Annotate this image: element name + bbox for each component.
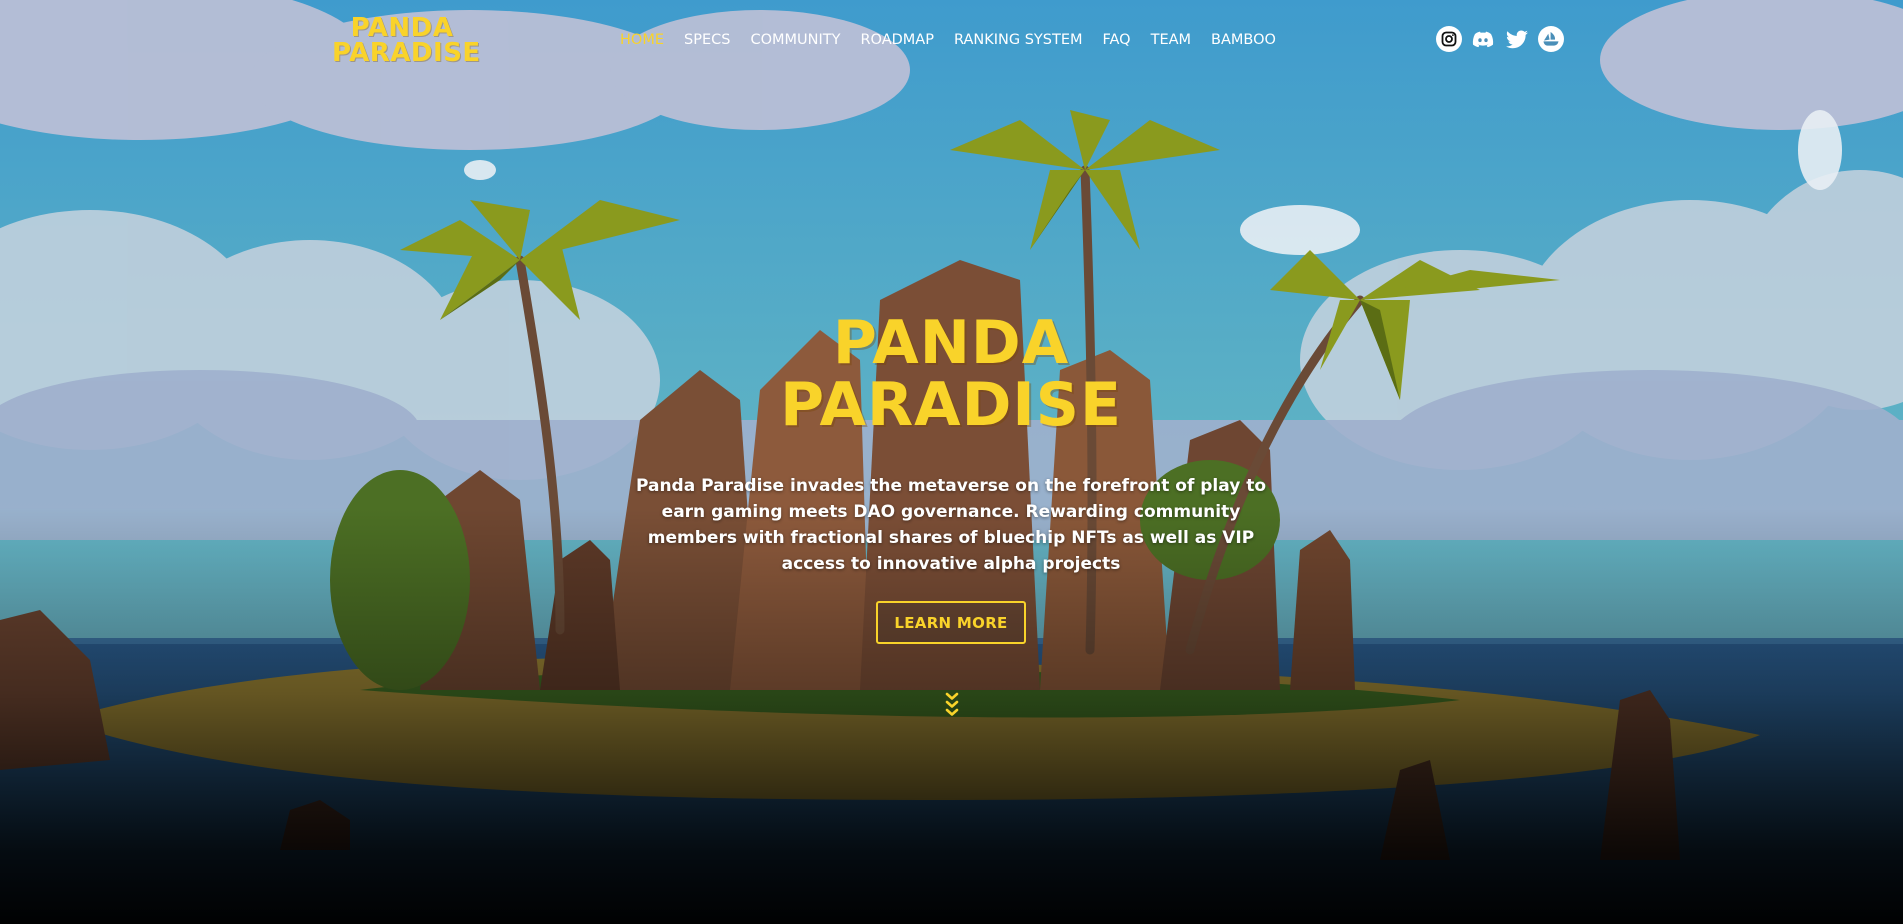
hero-title-line-1: PANDA <box>832 308 1070 378</box>
main-nav: HOME SPECS COMMUNITY ROADMAP RANKING SYS… <box>610 29 1286 51</box>
nav-item-roadmap[interactable]: ROADMAP <box>850 29 944 51</box>
hero-description: Panda Paradise invades the metaverse on … <box>635 476 1267 574</box>
chevrons-down-icon[interactable] <box>942 690 962 722</box>
hero-title: PANDA PARADISE <box>651 312 1251 436</box>
hero-background-illustration <box>0 0 1903 924</box>
site-logo[interactable]: PANDA PARADISE <box>332 15 481 68</box>
discord-icon[interactable] <box>1470 26 1496 52</box>
nav-item-faq[interactable]: FAQ <box>1093 29 1141 51</box>
instagram-icon[interactable] <box>1436 26 1462 52</box>
nav-item-home[interactable]: HOME <box>610 29 674 51</box>
site-header: PANDA PARADISE HOME SPECS COMMUNITY ROAD… <box>0 0 1903 80</box>
nav-item-ranking-system[interactable]: RANKING SYSTEM <box>944 29 1093 51</box>
nav-item-specs[interactable]: SPECS <box>674 29 740 51</box>
learn-more-button[interactable]: LEARN MORE <box>876 601 1026 644</box>
nav-item-community[interactable]: COMMUNITY <box>740 29 850 51</box>
hero-title-line-2: PARADISE <box>780 370 1122 440</box>
social-links <box>1436 26 1564 52</box>
nav-item-bamboo[interactable]: BAMBOO <box>1201 29 1286 51</box>
logo-line-2: PARADISE <box>332 38 481 68</box>
twitter-icon[interactable] <box>1504 26 1530 52</box>
nav-item-team[interactable]: TEAM <box>1141 29 1201 51</box>
opensea-icon[interactable] <box>1538 26 1564 52</box>
